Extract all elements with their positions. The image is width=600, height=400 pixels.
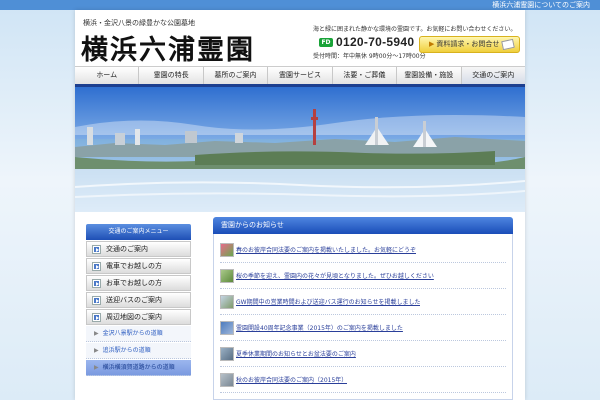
news-item[interactable]: GW期間中の営業時間および送迎バス運行のお知らせを掲載しました [220, 289, 506, 315]
top-info-link[interactable]: 横浜六浦霊園についてのご案内 [492, 0, 590, 10]
bullet-arrow-icon: ▶ [94, 364, 99, 371]
sidebar-item-label: 送迎バスのご案内 [106, 296, 162, 304]
nav-home[interactable]: ホーム [75, 67, 140, 84]
arrow-box-icon [92, 244, 101, 254]
nav-features[interactable]: 霊園の特長 [139, 67, 204, 84]
news-link[interactable]: 霊園開設40周年記念事業（2015年）のご案内を掲載しました [236, 323, 403, 332]
bullet-arrow-icon: ▶ [94, 330, 99, 337]
sidebar-item-label: 交通のご案内 [106, 245, 148, 253]
request-info-button[interactable]: ▶ 資料請求・お問合せ [419, 36, 520, 53]
photo-thumbnail-icon [220, 372, 234, 387]
business-hours: 受付時間：年中無休 9時00分～17時00分 [313, 53, 426, 60]
sidebar-sub-item-active[interactable]: ▶ 横浜横須賀道路からの道順 [86, 360, 191, 376]
nav-facilities[interactable]: 霊園設備・施設 [397, 67, 462, 84]
sidebar-item-label: 周辺地図のご案内 [106, 313, 162, 321]
sidebar-sub-item[interactable]: ▶ 金沢八景駅からの道順 [86, 326, 191, 342]
sidebar-item-car[interactable]: お車でお越しの方 [86, 275, 191, 291]
news-link[interactable]: 春のお彼岸合同法要のご案内を掲載いたしました。お気軽にどうぞ [236, 245, 416, 254]
sidebar-item-bus[interactable]: 送迎バスのご案内 [86, 292, 191, 308]
nav-services[interactable]: 霊園サービス [268, 67, 333, 84]
hero-image [75, 87, 525, 212]
landscape-thumbnail-icon [220, 294, 234, 309]
nav-memorial[interactable]: 法要・ご葬儀 [333, 67, 398, 84]
nav-plots[interactable]: 墓所のご案内 [204, 67, 269, 84]
garden-thumbnail-icon [220, 268, 234, 283]
freedial-icon: FD [319, 37, 333, 47]
phone-row: FD 0120-70-5940 [319, 35, 414, 49]
news-link[interactable]: 桜の季節を迎え、霊園内の花々が見頃となりました。ぜひお越しください [236, 271, 434, 280]
sidebar-item-label: お車でお越しの方 [106, 279, 162, 287]
news-item[interactable]: 秋のお彼岸合同法要のご案内（2015年） [220, 367, 506, 393]
arrow-right-icon: ▶ [429, 40, 435, 48]
sidebar-sub-label: 横浜横須賀道路からの道順 [102, 364, 175, 371]
news-item[interactable]: 桜の季節を迎え、霊園内の花々が見頃となりました。ぜひお越しください [220, 263, 506, 289]
news-link[interactable]: GW期間中の営業時間および送迎バス運行のお知らせを掲載しました [236, 297, 420, 306]
harbor-panorama-image [75, 87, 525, 212]
sidebar-sub-label: 金沢八景駅からの道順 [102, 330, 163, 337]
top-bar: 横浜六浦霊園についてのご案内 [0, 0, 600, 10]
arrow-box-icon [92, 295, 101, 305]
sidebar-title: 交通のご案内メニュー [86, 224, 191, 240]
arrow-box-icon [92, 278, 101, 288]
bullet-arrow-icon: ▶ [94, 347, 99, 354]
phone-number[interactable]: 0120-70-5940 [336, 35, 414, 49]
envelope-icon [501, 38, 515, 51]
global-nav: ホーム 霊園の特長 墓所のご案内 霊園サービス 法要・ご葬儀 霊園設備・施設 交… [75, 66, 525, 87]
event-thumbnail-icon [220, 320, 234, 335]
sidebar-item-train[interactable]: 電車でお越しの方 [86, 258, 191, 274]
sidebar-sub-item[interactable]: ▶ 追浜駅からの道順 [86, 343, 191, 359]
news-section-title: 霊園からのお知らせ [213, 217, 513, 234]
arrow-box-icon [92, 261, 101, 271]
news-item[interactable]: 霊園開設40周年記念事業（2015年）のご案内を掲載しました [220, 315, 506, 341]
sidebar: 交通のご案内メニュー 交通のご案内 電車でお越しの方 お車でお越しの方 送迎バス… [86, 224, 191, 376]
nav-access[interactable]: 交通のご案内 [461, 67, 525, 84]
sidebar-item-label: 電車でお越しの方 [106, 262, 162, 270]
flower-thumbnail-icon [220, 242, 234, 257]
news-link[interactable]: 夏季休業期間のお知らせとお盆法要のご案内 [236, 349, 356, 358]
scenery-thumbnail-icon [220, 346, 234, 361]
page-container: 横浜・金沢八景の緑豊かな公園墓地 横浜六浦霊園 海と緑に囲まれた静かな環境の霊園… [75, 10, 525, 400]
site-tagline: 横浜・金沢八景の緑豊かな公園墓地 [83, 19, 195, 27]
main-content: 霊園からのお知らせ 春のお彼岸合同法要のご案内を掲載いたしました。お気軽にどうぞ… [213, 217, 513, 400]
arrow-box-icon [92, 312, 101, 322]
sidebar-item-map[interactable]: 周辺地図のご案内 [86, 309, 191, 325]
header-description: 海と緑に囲まれた静かな環境の霊園です。お気軽にお問い合わせください。 [313, 26, 517, 33]
news-item[interactable]: 夏季休業期間のお知らせとお盆法要のご案内 [220, 341, 506, 367]
request-info-label: 資料請求・お問合せ [436, 40, 500, 48]
sidebar-sub-label: 追浜駅からの道順 [102, 347, 151, 354]
news-link[interactable]: 秋のお彼岸合同法要のご案内（2015年） [236, 375, 347, 384]
sidebar-item-access[interactable]: 交通のご案内 [86, 241, 191, 257]
news-list: 春のお彼岸合同法要のご案内を掲載いたしました。お気軽にどうぞ 桜の季節を迎え、霊… [213, 234, 513, 400]
news-item[interactable]: 春のお彼岸合同法要のご案内を掲載いたしました。お気軽にどうぞ [220, 237, 506, 263]
site-logo[interactable]: 横浜六浦霊園 [81, 28, 255, 67]
